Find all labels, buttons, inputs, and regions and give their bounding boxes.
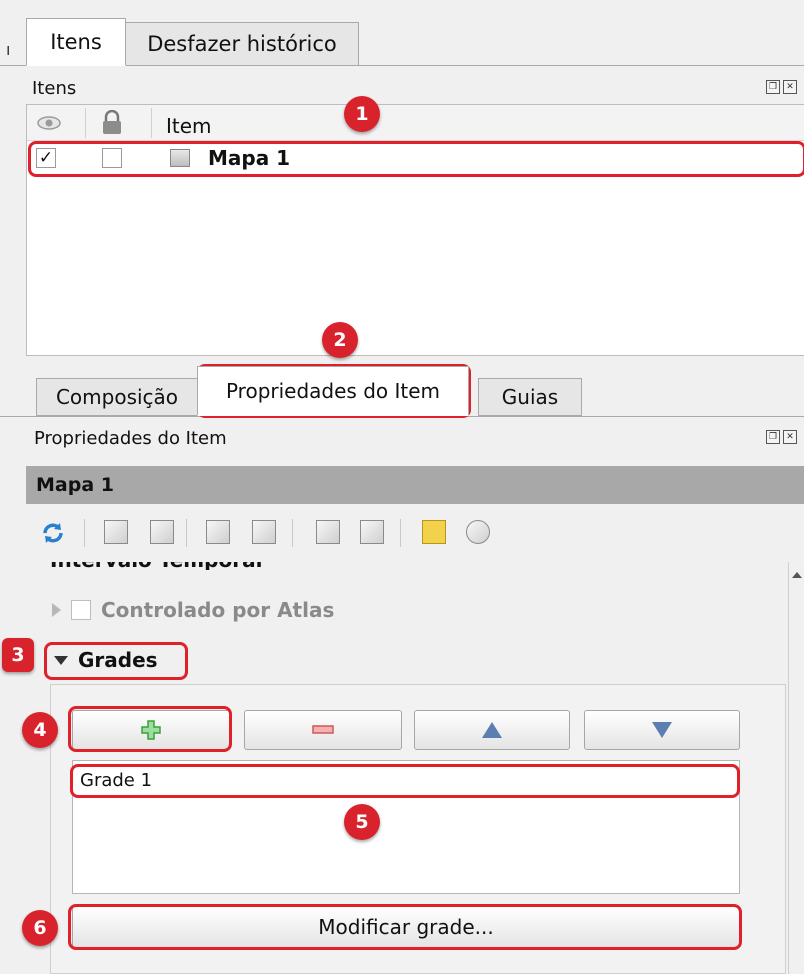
tab-composicao[interactable]: Composição	[36, 378, 198, 416]
eye-icon	[37, 116, 61, 130]
expand-arrow-icon[interactable]	[52, 603, 61, 617]
view-extent-icon[interactable]	[150, 520, 174, 544]
tab-desfazer-historico[interactable]: Desfazer histórico	[125, 22, 359, 66]
annotation-badge-2: 2	[322, 322, 358, 358]
tab-propriedades-do-item[interactable]: Propriedades do Item	[197, 366, 469, 416]
temporal-section-clip: Intervalo Temporal	[26, 562, 788, 570]
properties-dock-buttons: ❐ ✕	[766, 430, 797, 444]
highlight-5	[70, 764, 740, 798]
temporal-section-label: Intervalo Temporal	[50, 562, 262, 570]
highlight-4	[68, 706, 232, 752]
minus-icon	[312, 725, 334, 734]
bookmark-icon[interactable]	[316, 520, 340, 544]
atlas-section[interactable]: Controlado por Atlas	[52, 598, 334, 622]
left-edge-mark: ı	[6, 40, 11, 59]
lock-icon	[103, 110, 121, 134]
move-down-button[interactable]	[584, 710, 740, 750]
items-dock-buttons: ❐ ✕	[766, 80, 797, 94]
move-up-button[interactable]	[414, 710, 570, 750]
item-title-bar: Mapa 1	[26, 466, 804, 504]
float-icon[interactable]: ❐	[766, 430, 780, 444]
annotation-badge-3: 3	[2, 638, 34, 672]
vertical-scrollbar[interactable]	[788, 562, 804, 974]
remove-grid-button[interactable]	[244, 710, 402, 750]
annotation-badge-1: 1	[344, 96, 380, 132]
items-list-header	[27, 105, 804, 141]
item-column-header: Item	[166, 114, 212, 138]
close-icon[interactable]: ✕	[783, 80, 797, 94]
annotation-badge-6: 6	[22, 910, 58, 946]
set-scale-icon[interactable]	[206, 520, 230, 544]
annotation-badge-5: 5	[344, 804, 380, 840]
items-panel-title: Itens	[32, 78, 77, 99]
view-scale-icon[interactable]	[252, 520, 276, 544]
highlight-3	[44, 642, 188, 680]
atlas-checkbox[interactable]	[71, 600, 91, 620]
highlight-1	[28, 141, 804, 177]
move-content-icon[interactable]	[360, 520, 384, 544]
atlas-label: Controlado por Atlas	[101, 598, 335, 622]
refresh-icon[interactable]	[40, 520, 66, 546]
close-icon[interactable]: ✕	[783, 430, 797, 444]
annotation-badge-4: 4	[22, 712, 58, 748]
arrow-down-icon	[652, 722, 672, 738]
tab-guias[interactable]: Guias	[478, 378, 582, 416]
labels-icon[interactable]	[422, 520, 446, 544]
float-icon[interactable]: ❐	[766, 80, 780, 94]
set-extent-icon[interactable]	[104, 520, 128, 544]
arrow-up-icon	[482, 722, 502, 738]
highlight-6	[68, 904, 742, 950]
properties-panel-title: Propriedades do Item	[34, 428, 227, 449]
tab-itens[interactable]: Itens	[26, 18, 126, 66]
settings-icon[interactable]	[466, 520, 490, 544]
